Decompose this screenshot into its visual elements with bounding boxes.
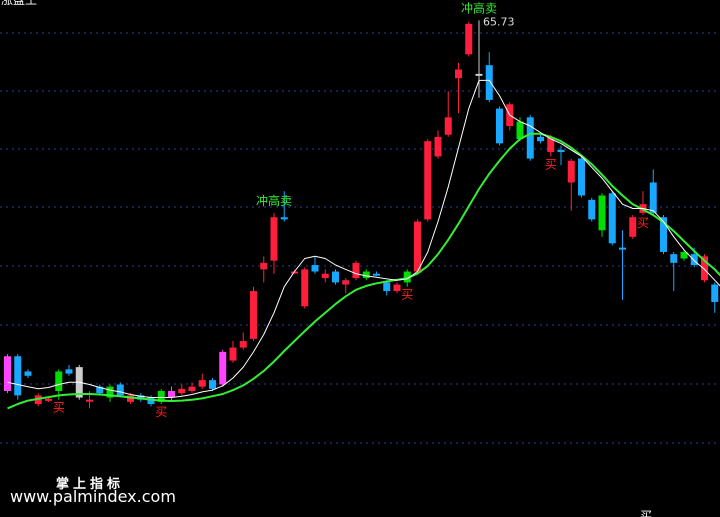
bottom-cut-label: 买 xyxy=(640,509,653,517)
price-annotation-0: 65.73 xyxy=(483,15,515,28)
candle-body-56 xyxy=(578,158,585,196)
candle-body-69 xyxy=(711,284,719,302)
candle-body-21 xyxy=(219,351,227,385)
buy-signal-5: 买 xyxy=(545,157,557,171)
candle-body-42 xyxy=(434,136,442,157)
sell-signal-2: 冲高卖 xyxy=(256,193,292,208)
ma-slow-line xyxy=(7,132,720,410)
candle-body-22 xyxy=(229,347,237,361)
candle-body-40 xyxy=(414,221,421,272)
candle-body-55 xyxy=(567,160,575,183)
buy-signal-1: 买 xyxy=(155,405,167,419)
candle-body-44 xyxy=(455,69,462,79)
buy-signal-0: 买 xyxy=(53,401,65,415)
candle-body-45 xyxy=(465,23,473,55)
chart-stage: 买买冲高卖买冲高卖买买 65.73 涨盘王 掌上指标 www.palmindex.… xyxy=(0,0,720,517)
candle-body-30 xyxy=(311,265,319,272)
candle-body-17 xyxy=(178,388,186,394)
sell-signal-4: 冲高卖 xyxy=(461,0,497,15)
candle-body-1 xyxy=(14,356,22,396)
candle-body-32 xyxy=(332,271,339,283)
candle-body-34 xyxy=(352,262,360,279)
candlestick-chart: 买买冲高卖买冲高卖买买65.73 xyxy=(0,0,720,444)
candle-body-24 xyxy=(250,291,257,339)
candle-body-27 xyxy=(280,217,288,220)
candle-body-52 xyxy=(537,136,544,142)
candle-body-16 xyxy=(168,391,175,398)
candle-body-0 xyxy=(4,356,11,392)
candle-body-29 xyxy=(301,269,309,307)
candle-body-41 xyxy=(424,141,432,220)
candle-body-38 xyxy=(393,284,401,292)
candle-body-37 xyxy=(383,282,391,292)
candle-body-31 xyxy=(321,273,329,279)
candle-body-51 xyxy=(526,117,534,159)
candle-body-54 xyxy=(557,149,565,153)
candle-body-57 xyxy=(588,199,596,220)
buy-signal-6: 买 xyxy=(637,216,649,230)
candle-body-65 xyxy=(670,254,678,263)
candle-body-61 xyxy=(629,217,637,237)
candle-body-50 xyxy=(516,121,524,140)
candle-body-19 xyxy=(198,380,206,387)
candle-body-36 xyxy=(373,273,380,276)
candle-body-33 xyxy=(342,280,350,285)
indicator-title: 涨盘王 xyxy=(1,0,38,7)
candle-body-8 xyxy=(86,399,93,402)
candle-body-25 xyxy=(260,262,268,270)
candle-body-48 xyxy=(496,108,503,144)
candle-body-43 xyxy=(444,117,452,135)
website-label: www.palmindex.com xyxy=(10,487,176,506)
candle-body-63 xyxy=(649,182,657,213)
candle-body-26 xyxy=(270,217,278,261)
candle-body-18 xyxy=(188,386,196,392)
candle-body-60 xyxy=(619,247,626,250)
candle-body-4 xyxy=(45,398,52,401)
candle-body-11 xyxy=(116,384,124,396)
candle-body-47 xyxy=(485,65,493,100)
candle-body-2 xyxy=(24,371,32,376)
candle-body-5 xyxy=(55,371,63,392)
candle-body-46 xyxy=(475,73,483,76)
candle-body-59 xyxy=(608,193,616,244)
candle-body-6 xyxy=(65,369,73,374)
candle-body-35 xyxy=(362,271,370,279)
buy-signal-3: 买 xyxy=(401,288,413,302)
candle-body-58 xyxy=(598,195,606,231)
candle-body-23 xyxy=(239,341,247,348)
candle-body-20 xyxy=(209,380,216,389)
